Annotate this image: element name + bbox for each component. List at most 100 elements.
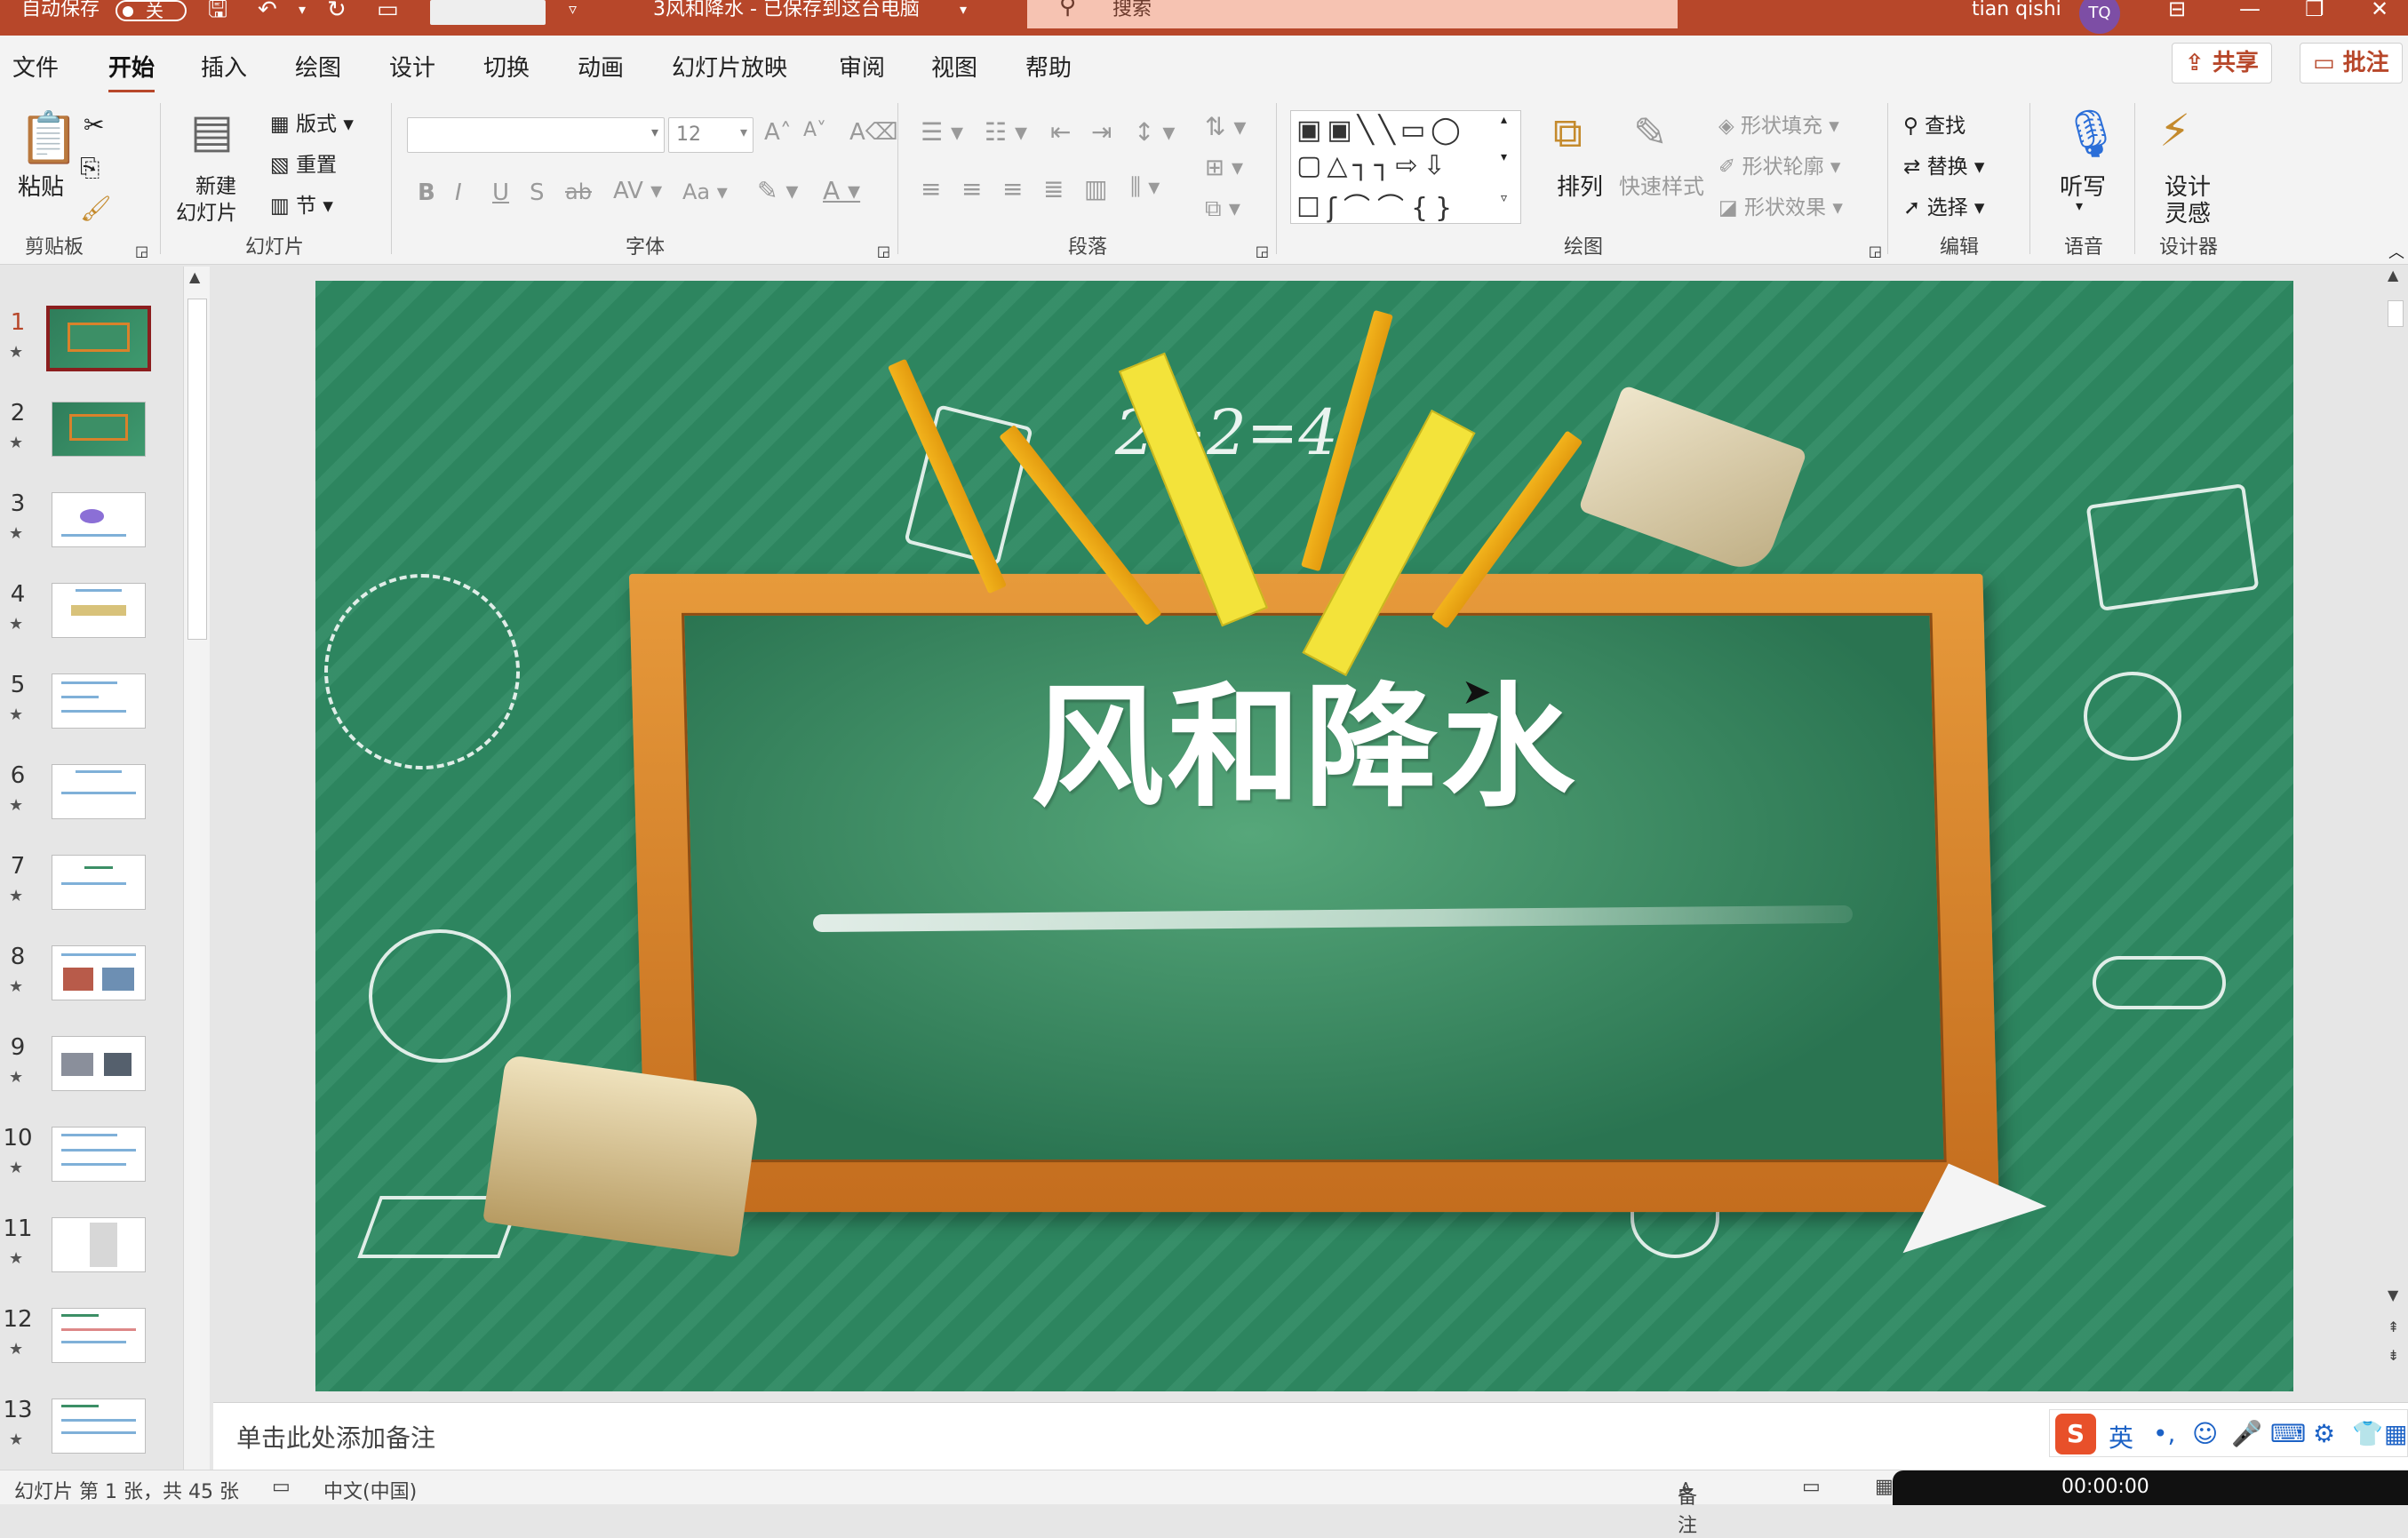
increase-font-icon[interactable]: A˄ [764,119,792,146]
slide-thumbnail-pane[interactable]: 1 ★ 2 ★ 3 ★ 4 ★ 5 ★ 6 ★ 7 ★ 8 ★ 9 ★ 10 ★ 11 ★ [0,265,213,1489]
line-spacing-icon[interactable]: ↕ ▾ [1134,117,1175,147]
gallery-up-icon[interactable]: ▴ [1501,113,1507,127]
thumbnail-scrollbar[interactable]: ▲ ▼ [183,267,210,1484]
find-button[interactable]: ⚲ 查找 [1903,108,1965,139]
design-ideas-icon[interactable]: ⚡ [2159,105,2190,156]
new-slide-icon[interactable]: ▤ [190,105,234,158]
previous-slide-icon[interactable]: ⇞ [2388,1319,2399,1335]
share-button[interactable]: ⇪ 共享 [2172,43,2272,84]
copy-icon[interactable]: ⎘ [80,153,100,183]
shapes-row-2[interactable]: ▢△┐┐⇨⇩ [1296,150,1451,181]
slide-thumbnail[interactable]: 10 ★ [0,1100,195,1189]
shapes-row-3[interactable]: ☐ʃ⌒⌒{} [1296,186,1459,225]
gallery-more-icon[interactable]: ▿ [1501,191,1507,205]
autosave-toggle[interactable]: 关 [116,0,187,21]
paste-label[interactable]: 粘贴 [18,169,64,202]
tab-view[interactable]: 视图 [931,50,977,83]
tab-slideshow[interactable]: 幻灯片放映 [672,50,787,83]
thumbnail-image[interactable] [52,855,146,910]
decrease-indent-icon[interactable]: ⇤ [1050,117,1071,147]
undo-icon[interactable]: ↶ [258,0,277,21]
highlight-icon[interactable]: ✎ ▾ [757,176,798,205]
quick-styles-icon[interactable]: ✎ [1633,108,1668,156]
tab-design[interactable]: 设计 [389,50,435,83]
voice-input-icon[interactable]: 🎤 [2231,1419,2262,1448]
ribbon-display-icon[interactable]: ⊟ [2168,0,2186,21]
thumbnail-image[interactable] [52,945,146,1000]
slide-thumbnail[interactable]: 5 ★ [0,647,195,736]
present-from-start-icon[interactable]: ▭ [377,0,399,21]
slide-sorter-icon[interactable]: ▦ [1875,1476,1894,1498]
redo-icon[interactable]: ↻ [327,0,347,21]
font-name-box[interactable]: ▾ [407,117,665,153]
new-slide-label-2[interactable]: 幻灯片 [176,195,237,226]
slide-thumbnail[interactable]: 9 ★ [0,1009,195,1098]
slide-thumbnail[interactable]: 13 ★ [0,1372,195,1461]
align-left-icon[interactable]: ≡ [921,174,941,203]
paste-icon[interactable]: 📋 [18,108,80,167]
customize-quick-access-icon[interactable]: ▿ [569,0,577,20]
tab-animations[interactable]: 动画 [578,50,624,83]
smartart-icon[interactable]: ⧉ ▾ [1205,195,1240,223]
layout-button[interactable]: ▦ 版式 ▾ [270,107,354,137]
tab-transitions[interactable]: 切换 [483,50,530,83]
comments-button[interactable]: ▭ 批注 [2300,43,2403,84]
strikethrough-icon[interactable]: ab [565,179,592,204]
restore-icon[interactable]: ❐ [2305,0,2324,21]
reset-button[interactable]: ▧ 重置 [270,147,337,178]
align-text-icon[interactable]: ⊞ ▾ [1205,155,1243,181]
thumbnail-image[interactable] [52,1036,146,1091]
new-slide-label[interactable]: 新建 [195,169,236,199]
font-size-dropdown-icon[interactable]: ▾ [740,124,747,140]
next-slide-icon[interactable]: ⇟ [2388,1347,2399,1364]
tab-insert[interactable]: 插入 [201,50,247,83]
shape-effects-button[interactable]: ◪ 形状效果 ▾ [1718,190,1843,220]
align-right-icon[interactable]: ≡ [1002,174,1023,203]
slide-thumbnail[interactable]: 11 ★ [0,1191,195,1279]
language-text[interactable]: 中文(中国) [323,1476,417,1504]
shape-outline-button[interactable]: ✐ 形状轮廓 ▾ [1718,149,1840,179]
slide-thumbnail[interactable]: 1 ★ [0,284,195,373]
ime-toolbar[interactable]: S 英 •, ☺ 🎤 ⌨ ⚙ 👕 ▦ [2049,1409,2408,1457]
decrease-font-icon[interactable]: A˅ [803,119,826,141]
user-name[interactable]: tian qishi [1972,0,2061,20]
increase-indent-icon[interactable]: ⇥ [1091,117,1112,147]
thumbnail-image[interactable] [52,492,146,547]
thumbnail-image[interactable] [52,673,146,729]
tab-review[interactable]: 审阅 [839,50,885,83]
slide-thumbnail[interactable]: 6 ★ [0,737,195,826]
font-color-icon[interactable]: A ▾ [823,176,860,205]
sogou-logo-icon[interactable]: S [2055,1414,2096,1454]
shape-fill-button[interactable]: ◈ 形状填充 ▾ [1718,108,1839,139]
thumbnail-image[interactable] [52,1217,146,1272]
change-case-icon[interactable]: Aa ▾ [682,179,728,204]
clear-formatting-icon[interactable]: A⌫ [849,119,898,146]
keyboard-icon[interactable]: ⌨ [2270,1419,2306,1448]
tab-draw[interactable]: 绘图 [295,50,341,83]
skin-icon[interactable]: 👕 [2352,1419,2383,1448]
shapes-gallery[interactable]: ▣▣╲╲▭◯ ▢△┐┐⇨⇩ ☐ʃ⌒⌒{} ▴ ▾ ▿ [1290,110,1521,224]
dictate-dropdown-icon[interactable]: ▾ [2076,197,2083,214]
thumbnail-image[interactable] [52,1127,146,1182]
save-icon[interactable]: 🖫 [208,0,227,21]
clipboard-launcher-icon[interactable]: ◲ [135,243,148,259]
thumbnail-image[interactable] [52,1399,146,1454]
text-direction-icon[interactable]: ⇅ ▾ [1205,112,1246,141]
font-launcher-icon[interactable]: ◲ [877,243,890,259]
italic-icon[interactable]: I [455,179,462,206]
document-title[interactable]: 3风和降水 - 已保存到这台电脑 [653,0,920,20]
thumbnail-image[interactable] [46,306,151,371]
columns-icon[interactable]: ⫼ ▾ [1130,174,1160,202]
select-button[interactable]: ➚ 选择 ▾ [1903,190,1984,220]
format-painter-icon[interactable]: 🖌 [80,194,112,223]
bold-icon[interactable]: B [418,179,435,206]
design-ideas-label-2[interactable]: 灵感 [2165,195,2211,228]
font-name-dropdown-icon[interactable]: ▾ [651,124,658,140]
thumbnail-image[interactable] [52,402,146,457]
arrange-label[interactable]: 排列 [1557,169,1603,202]
scrollbar-thumb[interactable] [2388,300,2404,327]
slide-thumbnail[interactable]: 2 ★ [0,375,195,464]
section-button[interactable]: ▥ 节 ▾ [270,188,333,219]
gallery-down-icon[interactable]: ▾ [1501,150,1507,164]
more-icon[interactable]: ▦ [2384,1419,2407,1448]
